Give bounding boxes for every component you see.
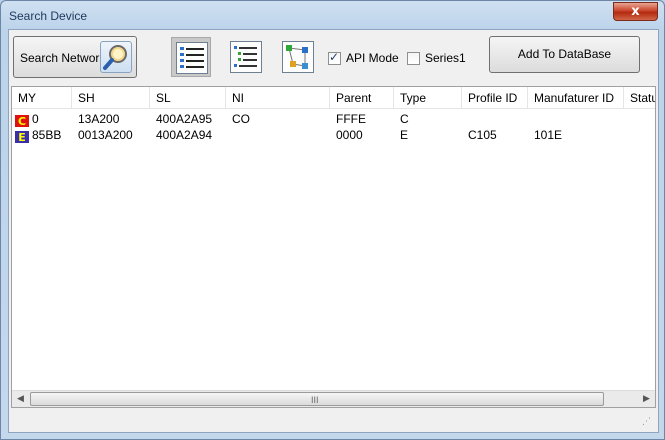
series1-checkbox[interactable]: Series1 [407,50,466,66]
toolbar: Search Network ✓ API Mode Series1 Add To… [9,30,658,82]
cell-type: C [400,112,409,126]
cell-status [624,111,655,127]
cell-my: 0 [32,112,39,126]
cell-ni [226,127,330,143]
cell-my: 85BB [32,128,62,142]
cell-sh: 0013A200 [78,128,133,142]
cell-parent: 0000 [336,128,363,142]
detail-view-button[interactable] [171,37,211,77]
title-bar[interactable]: Search Device x [1,1,664,29]
close-icon: x [631,4,640,19]
series1-check-icon [407,51,420,65]
column-header-manufacturer-id[interactable]: Manufaturer ID [528,87,624,109]
resize-grip-icon[interactable]: ⋰ [642,416,654,428]
device-table: MY SH SL NI Parent Type Profile ID Manuf… [11,86,656,408]
api-mode-checkbox[interactable]: API Mode [328,50,399,66]
client-area: Search Network ✓ API Mode Series1 Add To… [8,29,659,433]
cell-ni: CO [232,112,250,126]
column-header-my[interactable]: MY [12,87,72,109]
window-title: Search Device [9,9,88,23]
list-view-button[interactable] [226,37,266,77]
cell-sl: 400A2A95 [156,112,213,126]
api-mode-label: API Mode [346,51,399,65]
list-detail-icon [176,42,208,74]
search-device-window: Search Device x Search Network ✓ API Mod… [0,0,665,440]
magnifier-icon [100,41,132,73]
column-header-sl[interactable]: SL [150,87,226,109]
column-header-type[interactable]: Type [394,87,462,109]
cell-parent: FFFE [336,112,366,126]
cell-type: E [400,128,409,142]
series1-label: Series1 [425,51,466,65]
column-header-sh[interactable]: SH [72,87,150,109]
cell-manufacturer-id: 101E [534,128,563,142]
search-network-label: Search Network [20,51,106,65]
column-header-ni[interactable]: NI [226,87,330,109]
add-to-database-button[interactable]: Add To DataBase [489,36,640,73]
list-icon [230,41,262,73]
cell-status [624,127,655,143]
search-network-button[interactable]: Search Network [13,36,137,78]
column-header-status[interactable]: Status [624,87,655,109]
column-header-parent[interactable]: Parent [330,87,394,109]
coordinator-badge-icon: C [15,115,29,127]
cell-sh: 13A200 [78,112,120,126]
close-button[interactable]: x [613,2,658,21]
tree-view-button[interactable] [278,37,318,77]
api-mode-check-icon [328,50,341,65]
table-header: MY SH SL NI Parent Type Profile ID Manuf… [12,87,655,109]
table-row[interactable]: C0 13A200 400A2A95 CO FFFE C [12,111,655,127]
scrollbar-thumb[interactable]: III [30,392,604,406]
column-header-profile-id[interactable]: Profile ID [462,87,528,109]
scroll-right-arrow-icon[interactable]: ▶ [638,391,655,407]
cell-profile-id: C105 [468,128,497,142]
cell-sl: 400A2A94 [156,128,213,142]
end-device-badge-icon: E [15,131,29,143]
scrollbar-grip-icon: III [311,395,319,405]
cell-profile-id [462,111,528,127]
network-tree-icon [282,41,314,73]
scroll-left-arrow-icon[interactable]: ◀ [12,391,29,407]
horizontal-scrollbar[interactable]: ◀ III ▶ [12,390,655,407]
table-row[interactable]: E 85BB 0013A200 400A2A94 0000 E C105 101E [12,127,655,143]
cell-manufacturer-id [528,111,624,127]
